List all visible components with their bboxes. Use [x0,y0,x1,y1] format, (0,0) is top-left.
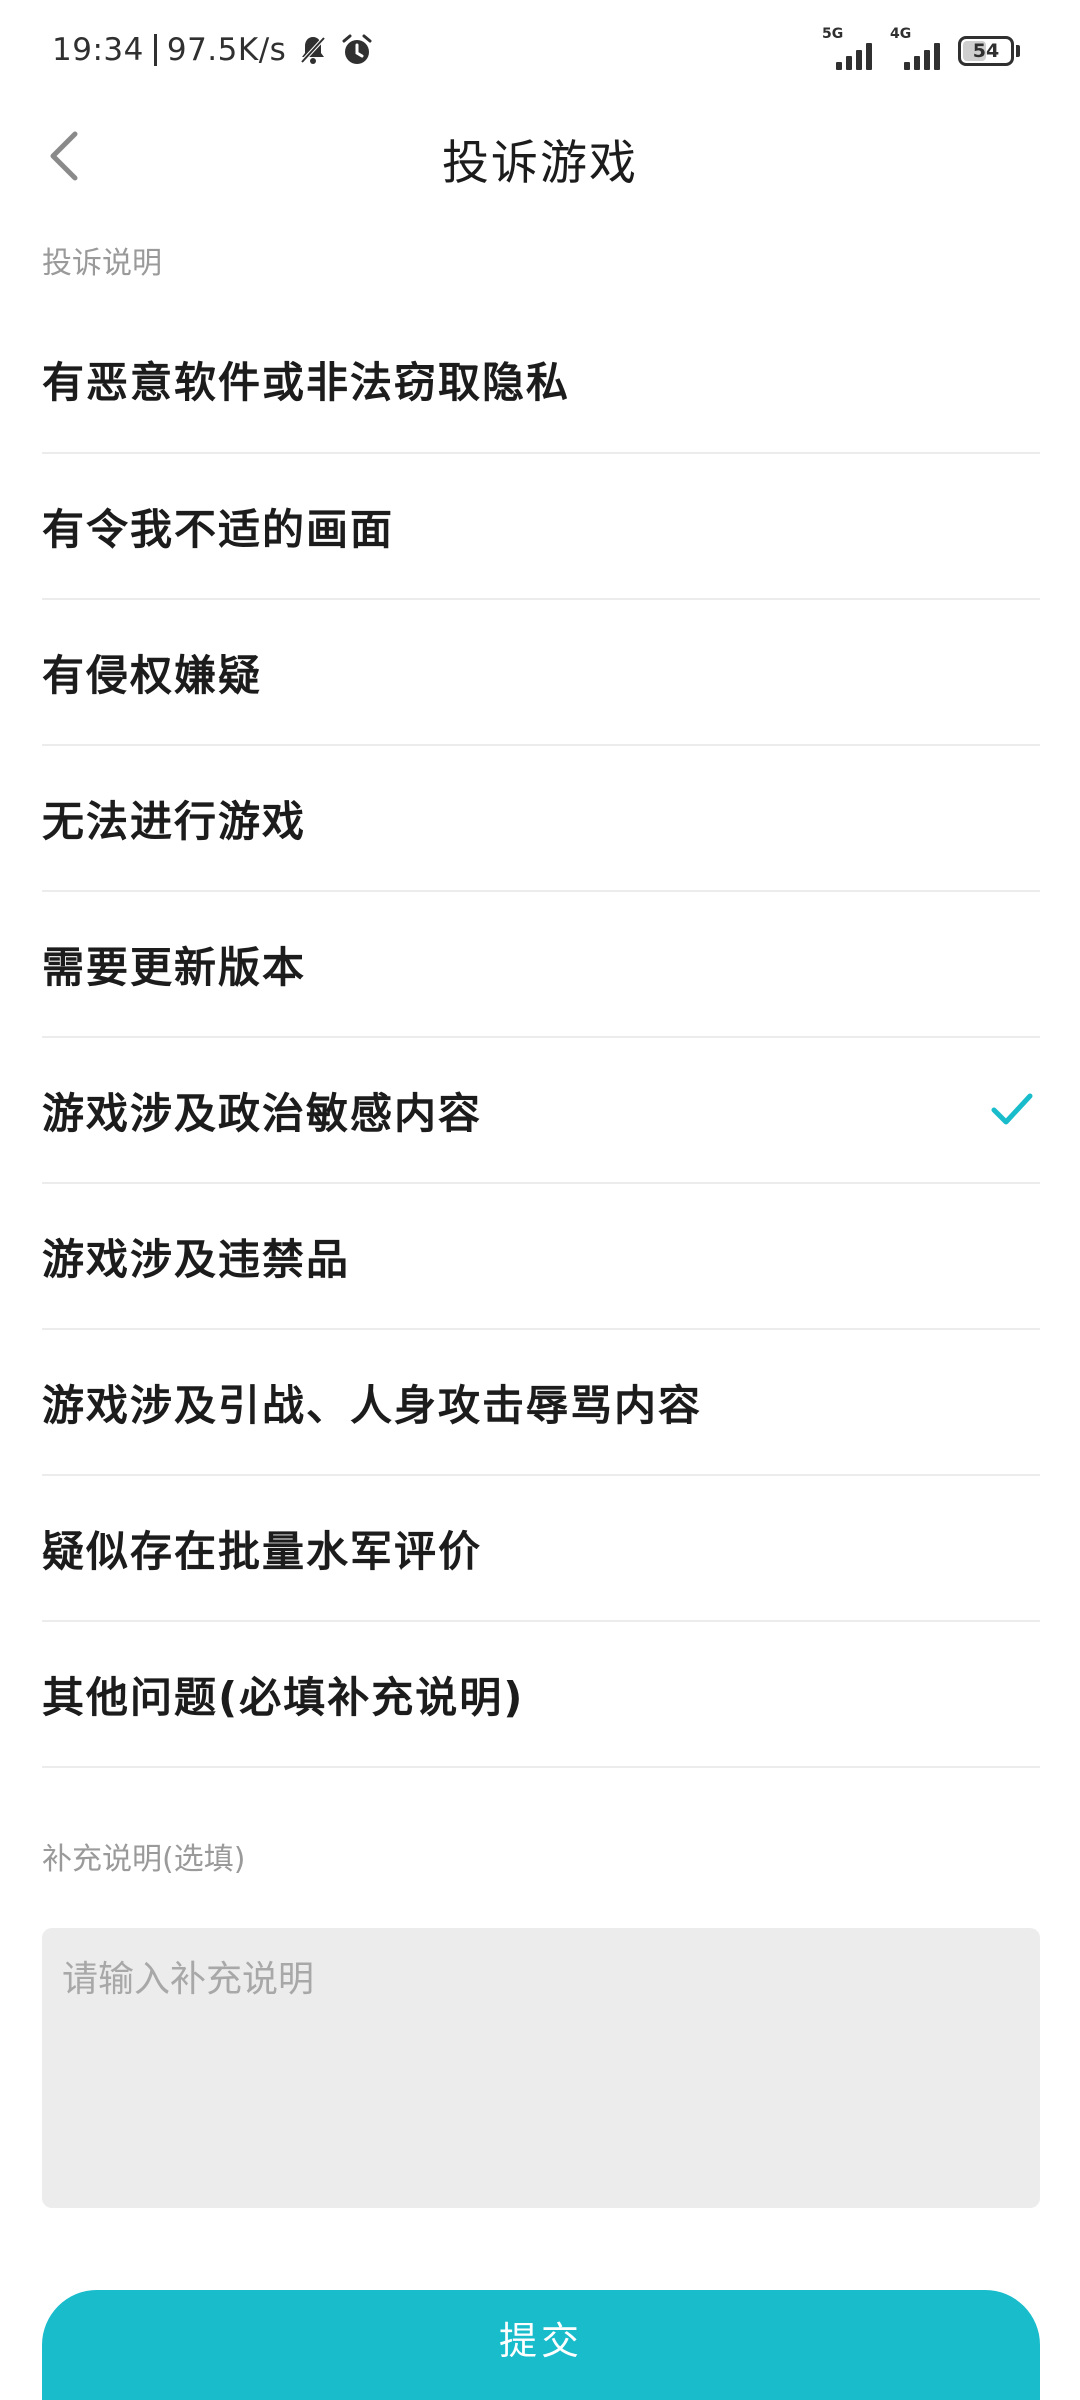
signal-bar [914,56,920,70]
option-label: 游戏涉及引战、人身攻击辱骂内容 [42,1380,703,1430]
signal-bar [904,62,910,70]
status-net-speed: 97.5K/s [166,32,287,68]
battery-tip [1016,45,1020,57]
option-label: 游戏涉及政治敏感内容 [42,1088,483,1138]
network-type-5g: 5G [822,26,844,42]
complaint-option[interactable]: 有恶意软件或非法窃取隐私 [42,306,1040,454]
complaint-option[interactable]: 游戏涉及违禁品 [42,1184,1040,1330]
alarm-icon [340,33,374,67]
status-bar: 19:34 97.5K/s 5G 4G 54 [0,0,1080,96]
option-label: 疑似存在批量水军评价 [42,1526,483,1576]
status-left: 19:34 97.5K/s [52,28,374,72]
signal-bar [866,43,872,70]
signal-bar [856,50,862,70]
supplement-input[interactable] [42,1928,1040,2208]
signal-icon: 5G [822,26,872,70]
complaint-option[interactable]: 游戏涉及引战、人身攻击辱骂内容 [42,1330,1040,1476]
nav-header: 投诉游戏 [0,100,1080,212]
complaint-page: 19:34 97.5K/s 5G 4G 54 投诉游戏 投诉说明 有恶意软件或非… [0,0,1080,2400]
submit-button[interactable]: 提交 [42,2290,1040,2400]
option-label: 游戏涉及违禁品 [42,1234,351,1284]
complaint-option[interactable]: 需要更新版本 [42,892,1040,1038]
signal-bar [846,56,852,70]
battery-percent: 54 [972,40,1000,62]
network-type-4g: 4G [890,26,912,42]
signal-bars [836,43,872,70]
signal-bars [904,43,940,70]
signal-bar [836,62,842,70]
complaint-option[interactable]: 有侵权嫌疑 [42,600,1040,746]
complaint-options-list: 有恶意软件或非法窃取隐私 有令我不适的画面 有侵权嫌疑 无法进行游戏 需要更新版… [42,306,1040,1768]
signal-icon: 4G [890,26,940,70]
complaint-option[interactable]: 其他问题(必填补充说明) [42,1622,1040,1768]
bell-off-icon [296,33,330,67]
signal-bar [934,43,940,70]
page-title: 投诉游戏 [442,136,638,191]
status-time: 19:34 [52,32,144,68]
complaint-option[interactable]: 有令我不适的画面 [42,454,1040,600]
option-label: 有侵权嫌疑 [42,650,263,700]
supplement-label: 补充说明(选填) [42,1842,246,1877]
signal-bar [924,50,930,70]
complaint-option[interactable]: 无法进行游戏 [42,746,1040,892]
option-label: 需要更新版本 [42,942,307,992]
option-label: 有恶意软件或非法窃取隐私 [42,357,571,407]
option-label: 无法进行游戏 [42,796,307,846]
status-separator [153,34,157,66]
complaint-option-selected[interactable]: 游戏涉及政治敏感内容 [42,1038,1040,1184]
complaint-option[interactable]: 疑似存在批量水军评价 [42,1476,1040,1622]
complaint-section-label: 投诉说明 [42,246,162,281]
option-label: 有令我不适的画面 [42,504,395,554]
battery-icon: 54 [958,36,1014,66]
status-right: 5G 4G 54 [822,26,1020,70]
option-label: 其他问题(必填补充说明) [42,1672,525,1722]
checkmark-icon [991,1093,1033,1125]
